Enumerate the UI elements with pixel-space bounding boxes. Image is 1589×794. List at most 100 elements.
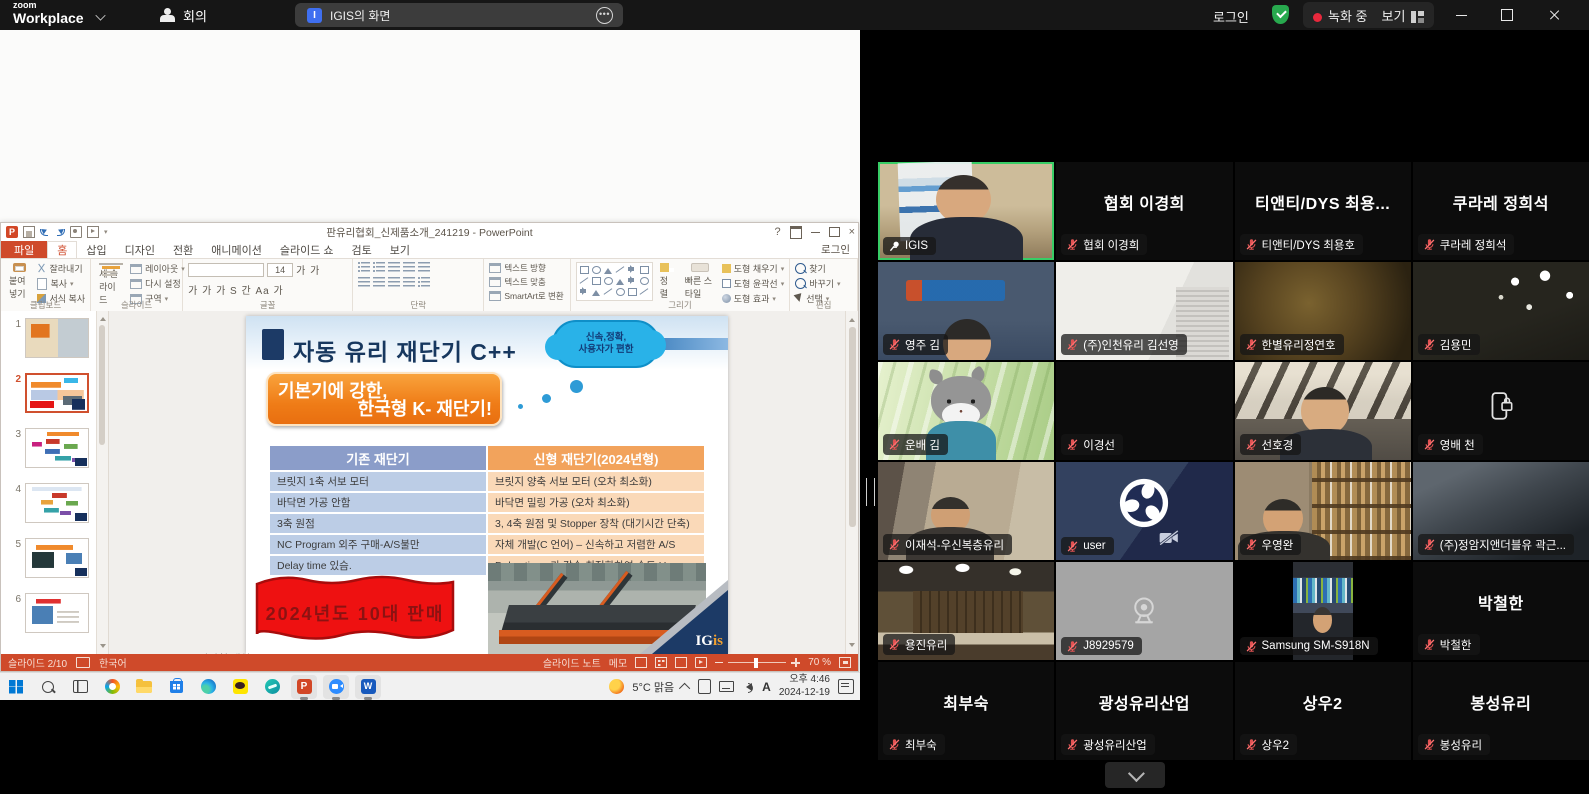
tab-slideshow[interactable]: 슬라이드 쇼 [271, 241, 343, 258]
text-align-button[interactable]: 텍스트 맞춤 [489, 276, 563, 288]
powerpoint-taskbar-button[interactable]: P [291, 675, 317, 699]
reading-view-icon[interactable] [675, 657, 687, 668]
tab-transitions[interactable]: 전환 [164, 241, 202, 258]
participant-tile[interactable]: 이재석-우신복층유리 [878, 462, 1054, 560]
divider-drag-handle[interactable] [866, 478, 875, 506]
ppt-minimize-icon[interactable] [811, 232, 820, 233]
participant-tile[interactable]: Samsung SM-S918N [1235, 562, 1411, 660]
participant-tile[interactable]: 이경선 [1056, 362, 1232, 460]
ppt-close-icon[interactable]: × [849, 226, 855, 238]
help-icon[interactable]: ? [774, 226, 780, 238]
taskbar-clock[interactable]: 오후 4:46 2024-12-19 [779, 674, 830, 699]
redo-icon[interactable] [55, 227, 65, 237]
replace-button[interactable]: 바꾸기▾ [795, 277, 840, 290]
shape-outline-button[interactable]: 도형 윤곽선▾ [722, 277, 784, 290]
participant-tile[interactable]: (주)인천유리 김선영 [1056, 262, 1232, 360]
shapes-gallery[interactable] [576, 262, 653, 301]
slide-thumbnail-5[interactable]: 5 [9, 538, 108, 578]
tab-home[interactable]: 홈 [47, 241, 77, 258]
login-button[interactable]: 로그인 [1213, 7, 1249, 26]
start-button[interactable] [3, 675, 29, 699]
undo-icon[interactable] [40, 227, 50, 237]
copilot-button[interactable] [99, 675, 125, 699]
align-left-icon[interactable] [358, 277, 370, 287]
tab-meeting[interactable]: 회의 [160, 0, 207, 30]
ribbon-display-icon[interactable] [790, 226, 802, 239]
layout-button[interactable]: 레이아웃▾ [130, 262, 185, 275]
normal-view-icon[interactable] [635, 657, 647, 668]
search-button[interactable] [35, 675, 61, 699]
ppt-restore-icon[interactable] [829, 227, 840, 237]
slide-scrollbar[interactable] [845, 311, 858, 654]
microsoft-store-button[interactable] [163, 675, 189, 699]
participant-tile[interactable]: 영주 김 [878, 262, 1054, 360]
maximize-button[interactable] [1484, 0, 1530, 30]
participant-tile[interactable]: 쿠라레 정희석 쿠라레 정희석 [1413, 162, 1589, 260]
ime-icon[interactable] [698, 679, 711, 694]
participant-tile[interactable]: (주)정암지앤더블유 곽근... [1413, 462, 1589, 560]
text-direction-button[interactable]: 텍스트 방향 [489, 262, 563, 274]
tray-expand-icon[interactable] [679, 682, 690, 693]
tab-shared-screen[interactable]: I IGIS의 화면 ••• [295, 3, 623, 27]
slide-thumbnail-3[interactable]: 3 [9, 428, 108, 468]
close-button[interactable] [1532, 0, 1578, 30]
indent-increase-icon[interactable] [403, 262, 415, 272]
participant-tile[interactable]: 용진유리 [878, 562, 1054, 660]
keyboard-icon[interactable] [719, 681, 734, 692]
teal-app-button[interactable] [259, 675, 285, 699]
quick-styles-button[interactable]: 빠른 스타일 [682, 262, 718, 301]
participant-tile[interactable]: 영배 천 [1413, 362, 1589, 460]
ellipsis-circle-icon[interactable]: ••• [596, 7, 613, 24]
notes-button[interactable]: 슬라이드 노트 [543, 655, 601, 670]
qat-more-icon[interactable]: ▾ [104, 228, 108, 236]
chevron-down-icon[interactable] [95, 10, 105, 20]
numbering-icon[interactable] [373, 262, 385, 272]
zoom-percent[interactable]: 70 % [808, 657, 831, 668]
participant-tile[interactable]: 박철한 박철한 [1413, 562, 1589, 660]
zoom-out-icon[interactable] [715, 662, 723, 663]
thumbnail-scrollbar[interactable] [96, 311, 108, 654]
participant-tile[interactable]: 김용민 [1413, 262, 1589, 360]
tab-animations[interactable]: 애니메이션 [202, 241, 271, 258]
security-shield-icon[interactable] [1272, 5, 1289, 24]
copy-button[interactable]: 복사▾ [37, 277, 85, 290]
zoom-in-icon[interactable] [791, 658, 800, 667]
font-name-input[interactable] [188, 263, 264, 277]
grow-shrink-font-icons[interactable]: 가 가 [296, 262, 320, 277]
font-style-buttons[interactable]: 가 가 가 S 간 Aa 가 [188, 282, 284, 297]
participant-tile[interactable]: user [1056, 462, 1232, 560]
weather-text[interactable]: 5°C 맑음 [632, 679, 674, 695]
participant-tile[interactable]: 상우2 상우2 [1235, 662, 1411, 760]
slide-thumbnail-4[interactable]: 4 [9, 483, 108, 523]
current-slide[interactable]: 자동 유리 재단기 C++ 신속,정확, 사용자가 편한 기본기에 강한, 한국… [246, 316, 728, 654]
bullets-icon[interactable] [358, 262, 370, 272]
slide-thumbnail-1[interactable]: 1 [9, 318, 108, 358]
gallery-next-page-button[interactable] [1105, 762, 1165, 788]
participant-tile[interactable]: 운배 김 [878, 362, 1054, 460]
reset-button[interactable]: 다시 설정 [130, 277, 185, 290]
participant-tile[interactable]: 광성유리산업 광성유리산업 [1056, 662, 1232, 760]
align-center-icon[interactable] [373, 277, 385, 287]
font-size-input[interactable]: 14 [267, 263, 293, 277]
word-taskbar-button[interactable]: W [355, 675, 381, 699]
save-icon[interactable] [23, 226, 35, 238]
find-button[interactable]: 찾기 [795, 262, 840, 275]
paste-button[interactable]: 붙여넣기 [6, 262, 33, 301]
arrange-button[interactable]: 정렬 [657, 262, 678, 301]
weather-icon[interactable] [609, 679, 624, 694]
indent-decrease-icon[interactable] [388, 262, 400, 272]
tab-insert[interactable]: 삽입 [77, 241, 115, 258]
slide-thumbnail-6[interactable]: 6 [9, 593, 108, 633]
cut-button[interactable]: 잘라내기 [37, 262, 85, 275]
tab-view[interactable]: 보기 [381, 241, 419, 258]
participant-tile[interactable]: 봉성유리 봉성유리 [1413, 662, 1589, 760]
tab-review[interactable]: 검토 [343, 241, 381, 258]
zoom-handle[interactable] [754, 658, 758, 668]
language-indicator[interactable]: 한국어 [99, 655, 127, 670]
ime-mode-indicator[interactable]: A [762, 680, 771, 694]
participant-tile[interactable]: 최부숙 최부숙 [878, 662, 1054, 760]
participant-tile[interactable]: 한별유리정연호 [1235, 262, 1411, 360]
keyboard-language-icon[interactable] [76, 657, 90, 668]
view-button[interactable]: 보기 [1382, 6, 1425, 25]
edge-button[interactable] [195, 675, 221, 699]
